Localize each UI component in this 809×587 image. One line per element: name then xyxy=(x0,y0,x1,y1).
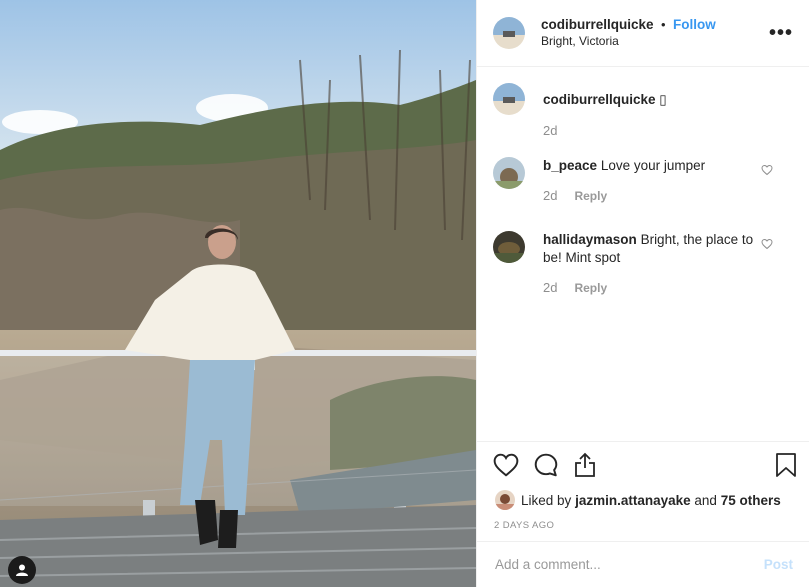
caption-emoji: ▯ xyxy=(659,92,667,107)
author-avatar[interactable] xyxy=(493,17,525,49)
comment-meta: 2d Reply xyxy=(543,187,761,205)
comment-row: b_peace Love your jumper 2d Reply xyxy=(493,157,793,231)
bookmark-icon[interactable] xyxy=(775,452,797,483)
comment-username[interactable]: b_peace xyxy=(543,158,597,173)
reply-button[interactable]: Reply xyxy=(574,279,607,297)
caption-row: codiburrellquicke ▯ 2d xyxy=(493,83,793,157)
like-comment-icon[interactable] xyxy=(761,237,773,255)
caption-username[interactable]: codiburrellquicke xyxy=(543,92,656,107)
likes-summary: Liked by jazmin.attanayake and 75 others xyxy=(477,482,809,510)
caption-avatar[interactable] xyxy=(493,83,525,115)
likes-prefix: Liked by xyxy=(521,492,572,508)
header-text: codiburrellquicke • Follow Bright, Victo… xyxy=(541,16,716,50)
caption-body: codiburrellquicke ▯ 2d xyxy=(543,83,761,157)
follow-button[interactable]: Follow xyxy=(673,17,716,32)
comment-body: hallidaymason Bright, the place to be! M… xyxy=(543,231,761,297)
comment-body: b_peace Love your jumper 2d Reply xyxy=(543,157,761,231)
post-actions: Liked by jazmin.attanayake and 75 others… xyxy=(477,441,809,542)
like-comment-icon[interactable] xyxy=(761,163,773,181)
comments-list: codiburrellquicke ▯ 2d b_peace Love your… xyxy=(477,67,809,441)
liker-avatar[interactable] xyxy=(495,490,515,510)
commenter-avatar[interactable] xyxy=(493,231,525,263)
comment-text: Love your jumper xyxy=(600,158,706,173)
post-header: codiburrellquicke • Follow Bright, Victo… xyxy=(477,0,809,67)
heart-icon[interactable] xyxy=(493,453,519,482)
post-panel: codiburrellquicke • Follow Bright, Victo… xyxy=(476,0,809,587)
reply-button[interactable]: Reply xyxy=(574,187,607,205)
comment-age[interactable]: 2d xyxy=(543,279,557,297)
action-icons xyxy=(477,442,809,482)
author-username[interactable]: codiburrellquicke xyxy=(541,17,654,32)
caption-meta: 2d xyxy=(543,122,761,140)
commenter-avatar[interactable] xyxy=(493,157,525,189)
share-icon[interactable] xyxy=(573,452,597,483)
comment-age[interactable]: 2d xyxy=(543,187,557,205)
likes-others[interactable]: 75 others xyxy=(721,493,781,508)
likes-joiner: and xyxy=(694,492,717,508)
tagged-people-icon[interactable] xyxy=(8,556,36,584)
location-link[interactable]: Bright, Victoria xyxy=(541,33,716,50)
comment-username[interactable]: hallidaymason xyxy=(543,232,637,247)
comment-row: hallidaymason Bright, the place to be! M… xyxy=(493,231,793,297)
caption-age[interactable]: 2d xyxy=(543,122,557,140)
liker-username[interactable]: jazmin.attanayake xyxy=(575,493,691,508)
post-photo[interactable] xyxy=(0,0,476,587)
photo-scene xyxy=(0,0,476,587)
post-timestamp[interactable]: 2 DAYS AGO xyxy=(477,510,809,531)
post-button[interactable]: Post xyxy=(764,557,793,572)
comment-icon[interactable] xyxy=(533,452,559,483)
add-comment-input[interactable] xyxy=(493,556,764,573)
separator-dot: • xyxy=(660,17,666,32)
more-options-icon[interactable]: ••• xyxy=(769,23,793,43)
comment-meta: 2d Reply xyxy=(543,279,761,297)
comment-composer: Post xyxy=(477,541,809,587)
